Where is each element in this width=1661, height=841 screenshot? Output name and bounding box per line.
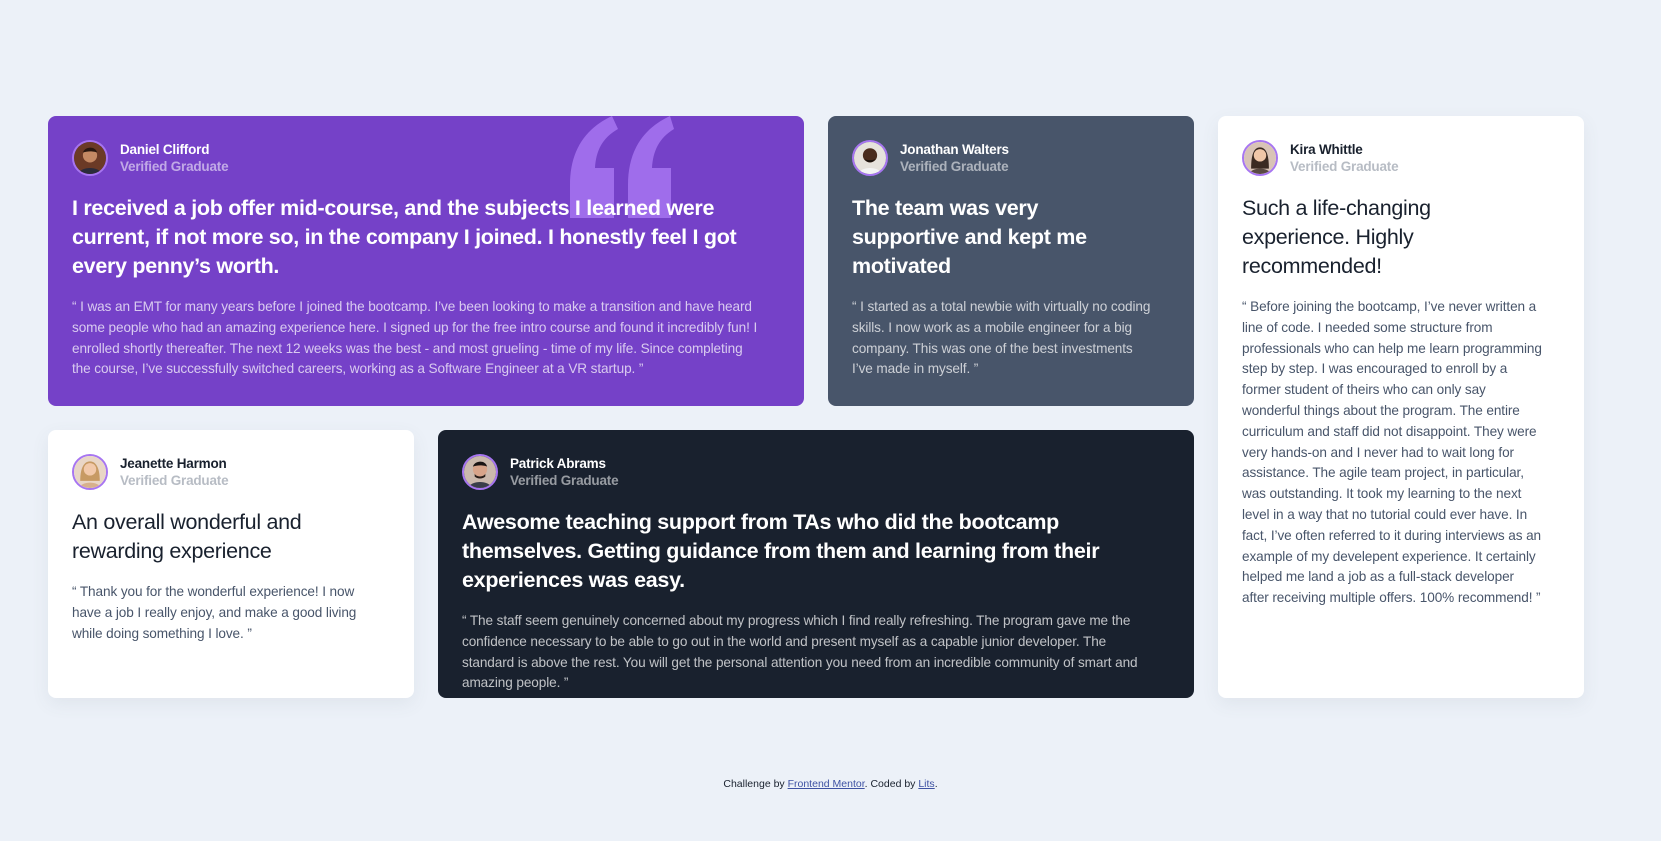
testimonial-body: “ I was an EMT for many years before I j… [72, 299, 758, 377]
author-role: Verified Graduate [1290, 159, 1399, 174]
testimonial-body: “ I started as a total newbie with virtu… [852, 299, 1151, 377]
author-role: Verified Graduate [120, 473, 229, 488]
testimonial-headline: The team was very supportive and kept me… [852, 196, 1087, 278]
testimonial-headline: Such a life-changing experience. Highly … [1242, 196, 1431, 278]
attribution-prefix: Challenge by [723, 778, 788, 790]
author-name: Jeanette Harmon [120, 456, 227, 471]
avatar-kira-icon [1242, 140, 1278, 176]
testimonial-card-jonathan: Jonathan Walters Verified Graduate The t… [828, 116, 1194, 406]
author-role: Verified Graduate [510, 473, 619, 488]
avatar-patrick-icon [462, 454, 498, 490]
author-name: Kira Whittle [1290, 142, 1363, 157]
testimonial-headline: I received a job offer mid-course, and t… [72, 196, 737, 278]
author-name: Patrick Abrams [510, 456, 606, 471]
author-role: Verified Graduate [900, 159, 1009, 174]
testimonial-headline: An overall wonderful and rewarding exper… [72, 510, 302, 563]
testimonial-body: “ Thank you for the wonderful experience… [72, 584, 357, 641]
avatar-jeanette-icon [72, 454, 108, 490]
testimonial-card-patrick: Patrick Abrams Verified Graduate Awesome… [438, 430, 1194, 698]
attribution: Challenge by Frontend Mentor. Coded by L… [0, 778, 1661, 790]
testimonial-card-kira: Kira Whittle Verified Graduate Such a li… [1218, 116, 1584, 698]
testimonial-card-daniel: Daniel Clifford Verified Graduate I rece… [48, 116, 804, 406]
author-name: Daniel Clifford [120, 142, 210, 157]
author-role: Verified Graduate [120, 159, 229, 174]
attribution-middle: . Coded by [864, 778, 919, 790]
frontend-mentor-link[interactable]: Frontend Mentor [788, 778, 865, 790]
avatar-jonathan-icon [852, 140, 888, 176]
testimonial-headline: Awesome teaching support from TAs who di… [462, 510, 1100, 592]
attribution-suffix: . [934, 778, 938, 790]
avatar-daniel-icon [72, 140, 108, 176]
author-link[interactable]: Lits [918, 778, 934, 790]
testimonial-body: “ Before joining the bootcamp, I’ve neve… [1242, 299, 1542, 606]
author-name: Jonathan Walters [900, 142, 1009, 157]
testimonial-card-jeanette: Jeanette Harmon Verified Graduate An ove… [48, 430, 414, 698]
testimonial-body: “ The staff seem genuinely concerned abo… [462, 613, 1138, 691]
